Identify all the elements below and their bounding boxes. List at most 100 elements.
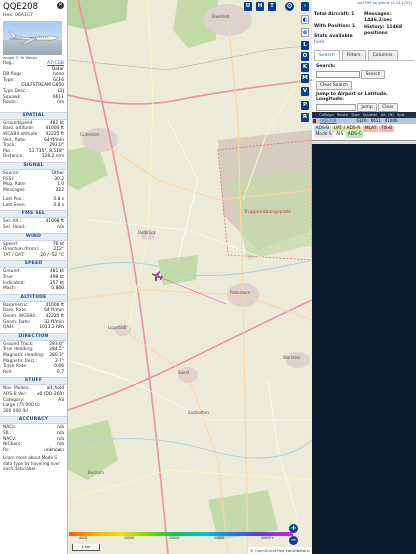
row-gap [3, 106, 64, 110]
section-header[interactable]: SPEED [0, 260, 67, 269]
detail-value: 128.2 nmi [41, 154, 64, 160]
close-icon[interactable]: ✕ [57, 2, 64, 9]
detail-value: 0.7 [57, 369, 64, 375]
jump-button[interactable]: Jump [357, 103, 377, 112]
detail-label: QNH: [3, 325, 15, 331]
gear-icon[interactable]: ⚙ [285, 2, 294, 11]
section-body: Ground Track: 293.0° True Heading: 284.5° Ma… [0, 342, 67, 376]
aircraft-callsign: QQE208 [3, 2, 38, 12]
section-header[interactable]: WIND [0, 232, 67, 241]
section-body: Sel. Alt.: 41008 ft Sel. Head.: n/a [0, 219, 67, 230]
aircraft-table-area: Callsign Route Type Squawk Alt. (ft) Spd… [312, 112, 416, 554]
detail-value: n/a [57, 225, 64, 231]
stats-link[interactable]: here [314, 40, 364, 46]
source-legend: ADS-B UAT / ADS-R MLAT TIS-B Mode S AIS ADS-C [312, 124, 416, 140]
detail-row: Distance: 128.2 nmi [3, 154, 64, 160]
section-header[interactable]: ACCURACY [0, 416, 67, 425]
aircraft-list-panel: tar1090 on github (3.14.1702) Total Airc… [312, 0, 416, 554]
map-button-settings[interactable]: ◐ [301, 15, 309, 24]
osm-link[interactable]: OpenStreetMap [255, 548, 285, 553]
altitude-legend-bar [69, 532, 293, 536]
jump-label: Jump to Airport or Latitude, Longitude: [316, 92, 388, 102]
section-header[interactable]: DIRECTION [0, 332, 67, 341]
map-button-u[interactable]: U [244, 2, 252, 11]
detail-value: 222 [55, 187, 64, 193]
map-button-v[interactable]: V [301, 87, 309, 96]
detail-value: A3 [58, 397, 64, 403]
place-label: Salzkotten [188, 410, 209, 415]
jet-silhouette [8, 31, 58, 45]
version-link[interactable]: tar1090 on github (3.14.1702) [314, 1, 414, 5]
detail-label: Distance: [3, 154, 24, 160]
detail-label: Mach: [3, 286, 17, 292]
section-header[interactable]: SPATIAL [0, 111, 67, 120]
detail-row: Last Seen: 0.8 s [3, 203, 64, 209]
aircraft-photo[interactable] [3, 21, 62, 55]
map-attribution: © OpenStreetMap contributors. [247, 547, 312, 554]
altitude-legend: 4000 10000 20000 30000 40000+ [69, 532, 293, 540]
stats-block: Total Aircraft: 1 With Position: 1 Stats… [314, 12, 414, 46]
map-scale: 2 km [72, 544, 100, 551]
clear-button[interactable]: Clear [378, 103, 398, 112]
tab-columns[interactable]: Columns [367, 50, 398, 60]
map-button-t[interactable]: T [268, 2, 276, 11]
map-button-o[interactable]: O [301, 52, 309, 61]
tab-filters[interactable]: Filters [341, 50, 366, 60]
table-scrollbar[interactable] [312, 140, 416, 144]
detail-value: 0.8 s [53, 202, 64, 208]
detail-value: unknown [44, 447, 64, 453]
detail-value: -20 / -52 °C [38, 252, 64, 258]
map-button-h[interactable]: H [256, 2, 264, 11]
section-body: Groundspeed: 481 kt Baro. altitude: 41000 f… [0, 121, 67, 160]
detail-label: Sel. Head.: [3, 225, 27, 231]
clear-search-button[interactable]: Clear Search [316, 81, 352, 90]
search-input[interactable] [316, 71, 360, 78]
history-count: History: 11468 positions [364, 25, 403, 36]
place-label: Soest [178, 370, 190, 375]
search-button[interactable]: Search [361, 70, 385, 79]
detail-label: Last Seen: [3, 202, 26, 208]
detail-label: Route: [3, 100, 18, 106]
detail-value: 1013.2 hPa [39, 325, 64, 331]
map-button-collapse[interactable]: › [301, 2, 309, 11]
detail-row: Sel. Head.: n/a [3, 225, 64, 231]
row-altitude: 41000 [384, 118, 398, 123]
detail-label: Roll: [3, 369, 13, 375]
tab-search[interactable]: Search [314, 50, 340, 60]
jump-input[interactable] [316, 104, 356, 111]
section-header[interactable]: SIGNAL [0, 161, 67, 170]
detail-label: Rc: [3, 447, 10, 453]
section-body: Source: Other RSSI: -30.2 Msg. Rate: 1.0 Messa… [0, 171, 67, 209]
aircraft-sections: SPATIAL Groundspeed: 481 kt Baro. altitude:… [0, 111, 67, 454]
detail-value: 0.860 [51, 286, 64, 292]
panel-tabs: Search Filters Columns [314, 50, 414, 61]
aircraft-details: Reg.: A7-CGB Qatar DB flags: none Type: GLF6 GU… [0, 61, 67, 110]
detail-row: QNH: 1013.2 hPa [3, 325, 64, 331]
place-label: Warstein [283, 355, 301, 360]
row-callsign[interactable]: QQE208 [320, 118, 336, 124]
col-speed[interactable]: Spd. [397, 112, 405, 118]
section-header[interactable]: FMS SEL [0, 210, 67, 219]
detail-row: Mach: 0.860 [3, 286, 64, 292]
map-button-l[interactable]: L [301, 41, 309, 50]
map-button-r[interactable]: R [301, 113, 309, 122]
map-button-m[interactable]: M [301, 74, 309, 83]
section-body: Barometric: 41000 ft Baro. Rate: 64 ft/min G… [0, 303, 67, 331]
section-body: Nav. Modes: alt_hold ADS-B Ver.: v0 (DO-260… [0, 386, 67, 414]
section-header[interactable]: ALTITUDE [0, 293, 67, 302]
detail-label: 300 000 lb) [3, 408, 29, 414]
info-note: Learn more about Mode S data type by hov… [3, 455, 61, 472]
map-tiles [68, 0, 312, 554]
aircraft-marker-icon[interactable] [151, 270, 163, 282]
place-label: Beckum [88, 470, 105, 475]
total-aircraft: Total Aircraft: 1 [314, 12, 355, 17]
map-view[interactable]: Gütersloh Bielefeld Truppenübungsplatz P… [68, 0, 312, 554]
section-header[interactable]: STUFF [0, 377, 67, 386]
flag-icon [313, 119, 316, 123]
place-label: Bielefeld [212, 14, 230, 19]
map-button-p[interactable]: P [301, 101, 309, 110]
map-button-layers[interactable]: ⊚ [301, 28, 309, 37]
map-button-k[interactable]: K [301, 63, 309, 72]
aircraft-hex: Hex: 06A1C7 [3, 13, 64, 18]
detail-label: TAT / OAT: [3, 252, 25, 258]
